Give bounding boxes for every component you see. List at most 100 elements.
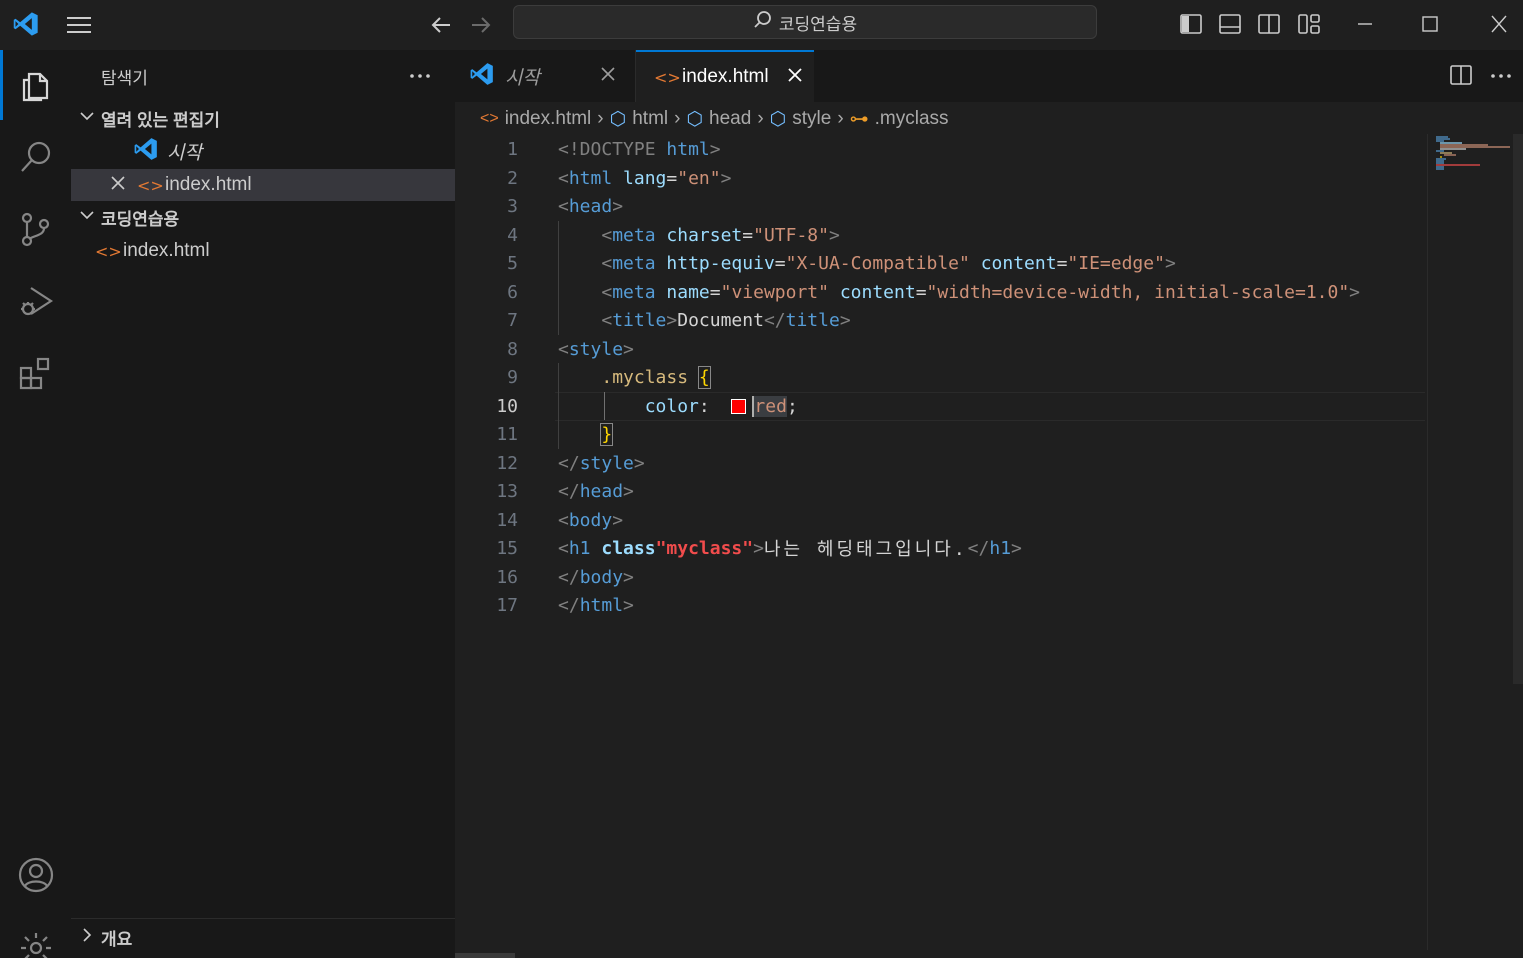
customize-layout-icon[interactable] [1294,9,1324,39]
forward-arrow-icon[interactable] [468,12,496,38]
breadcrumb-item[interactable]: style [792,108,831,130]
token: html [666,138,710,160]
outline-section-header[interactable]: 개요 [71,918,455,955]
token: < [558,195,569,217]
horizontal-scrollbar[interactable] [455,953,515,958]
open-editors-header[interactable]: 열려 있는 편집기 [71,102,455,134]
token: meta [612,281,656,303]
code-line[interactable]: 7 < title > Document </title > [470,306,851,335]
extensions-icon[interactable] [0,338,71,408]
color-swatch[interactable] [731,398,747,414]
token: content [839,281,916,303]
code-line[interactable]: 17 </html > [470,591,634,620]
breadcrumb-item[interactable]: index.html [505,108,592,130]
token: </ [558,566,580,588]
maximize-icon[interactable] [1415,9,1445,39]
toggle-primary-sidebar-icon[interactable] [1176,9,1206,39]
settings-gear-icon[interactable] [0,912,71,958]
vscode-logo-icon [469,61,505,92]
line-number: 15 [496,537,518,559]
breadcrumb-item[interactable]: .myclass [875,108,949,130]
explorer-icon[interactable] [0,50,71,120]
command-center-search[interactable]: 코딩연습용 [513,5,1097,39]
line-number: 7 [507,309,518,331]
code-line[interactable]: 1 <!DOCTYPE html > [470,135,721,164]
more-actions-icon[interactable] [406,64,436,88]
token: ; [786,395,798,417]
code-line[interactable]: 3 < head > [470,192,623,221]
back-arrow-icon[interactable] [428,12,456,38]
tab-index-html[interactable]: <> index.html [636,50,814,102]
token: html [579,594,624,616]
token: title [612,309,667,331]
token: > [623,566,634,588]
tab-label: index.html [682,66,769,87]
title-bar: 코딩연습용 [0,0,1523,51]
code-line[interactable]: 5 < meta http-equiv = "X-UA-Compatible" con… [470,249,1176,278]
line-number: 14 [496,509,518,531]
code-line[interactable]: 6 < meta name = "viewport" content = "width=d… [470,278,1360,307]
token: > [1164,252,1176,274]
accounts-icon[interactable] [0,840,71,910]
vscode-logo-icon[interactable] [12,10,42,40]
code-line-current[interactable]: 10 color: red; [470,392,798,421]
token: > [623,594,634,616]
toggle-secondary-sidebar-icon[interactable] [1254,9,1284,39]
chevron-right-icon: › [674,108,681,129]
workspace-folder-header[interactable]: 코딩연습용 [71,201,455,233]
line-number: 5 [507,252,518,274]
html-file-icon: <> [654,67,681,87]
code-line[interactable]: 12 </style > [470,449,644,478]
line-number: 3 [507,195,518,217]
html-file-icon: <> [137,175,164,195]
minimize-icon[interactable] [1350,9,1380,39]
token: > [709,138,721,160]
open-editor-item-index[interactable]: <> index.html [71,169,455,201]
token: </ [763,309,786,331]
close-icon[interactable] [109,174,137,197]
token: class [601,537,656,559]
code-line[interactable]: 16 </body > [470,563,634,592]
search-icon [753,10,773,35]
token: body [579,566,624,588]
close-window-icon[interactable] [1484,9,1514,39]
token: > [612,195,624,217]
code-line[interactable]: 15 < h1 class "myclass" > 나는 헤딩태그입니다. </h1 > [470,534,1022,563]
token: html [568,167,613,189]
search-icon[interactable] [0,122,71,192]
code-line[interactable]: 9 .myclass { [470,363,711,392]
vertical-scrollbar[interactable] [1513,134,1523,684]
toggle-panel-icon[interactable] [1215,9,1245,39]
code-line[interactable]: 8 < style > [470,335,634,364]
source-control-icon[interactable] [0,194,71,264]
open-editor-item-start[interactable]: 시작 [71,135,455,167]
breadcrumb-item[interactable]: html [632,108,668,130]
line-number: 1 [507,138,518,160]
token: > [720,167,732,189]
split-editor-icon[interactable] [1449,64,1475,88]
token: < [601,224,613,246]
menu-icon[interactable] [64,12,96,38]
file-item-index[interactable]: <> index.html [71,235,455,267]
code-line[interactable]: 14 < body > [470,506,623,535]
breadcrumb-item[interactable]: head [709,108,751,130]
token: < [558,167,569,189]
more-actions-icon[interactable] [1487,64,1515,88]
code-line[interactable]: 2 < html lang = "en" > [470,164,731,193]
code-line[interactable]: 4 < meta charset = "UTF-8" > [470,221,840,250]
token: head [579,480,624,502]
run-debug-icon[interactable] [0,266,71,336]
token: = [774,252,786,274]
symbol-element-icon: ⬡ [686,108,704,130]
token: > [828,224,840,246]
close-icon[interactable] [786,66,804,89]
code-line[interactable]: 11 } [470,420,614,449]
token: .myclass [601,366,689,388]
token: > [666,309,678,331]
token: </ [967,537,990,559]
code-line[interactable]: 13 </head > [470,477,634,506]
tab-start[interactable]: 시작 [455,50,636,102]
line-number: 10 [496,395,518,417]
close-icon[interactable] [599,65,617,88]
minimap[interactable] [1427,134,1523,950]
